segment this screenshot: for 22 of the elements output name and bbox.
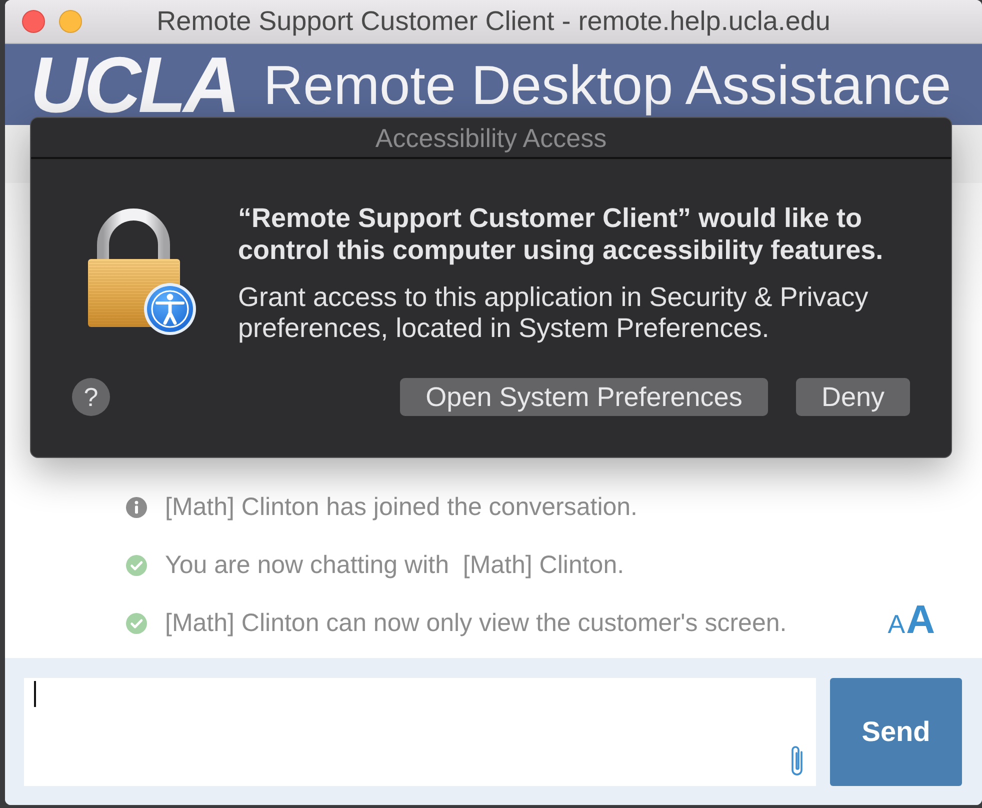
chat-message: You are now chatting with [Math] Clinton. bbox=[165, 550, 624, 580]
window-title: Remote Support Customer Client - remote.help.ucla.edu bbox=[156, 6, 830, 37]
chat-message: [Math] Clinton can now only view the customer's screen. bbox=[165, 608, 787, 638]
close-icon[interactable] bbox=[22, 10, 45, 33]
help-button[interactable]: ? bbox=[72, 378, 110, 416]
dialog-heading: “Remote Support Customer Client” would like to control this computer using accessibility features. bbox=[238, 202, 884, 266]
deny-button[interactable]: Deny bbox=[796, 378, 910, 416]
open-preferences-button[interactable]: Open System Preferences bbox=[400, 378, 768, 416]
chat-message: [Math] Clinton has joined the conversation. bbox=[165, 492, 638, 522]
font-size-button[interactable]: AA bbox=[888, 600, 935, 640]
dialog-message: Grant access to this application in Security & Privacy preferences, located in System Preferences. bbox=[238, 282, 870, 344]
logo: UCLA bbox=[30, 45, 238, 124]
header-title: Remote Desktop Assistance bbox=[263, 58, 952, 113]
info-icon bbox=[126, 496, 147, 518]
send-button[interactable]: Send bbox=[830, 678, 962, 786]
dialog-title: Accessibility Access bbox=[375, 122, 607, 152]
message-input-field[interactable] bbox=[24, 678, 816, 786]
check-icon bbox=[126, 554, 147, 576]
minimize-icon[interactable] bbox=[59, 10, 82, 33]
check-icon bbox=[126, 612, 147, 634]
accessibility-icon bbox=[144, 283, 196, 335]
text-caret bbox=[34, 681, 36, 707]
